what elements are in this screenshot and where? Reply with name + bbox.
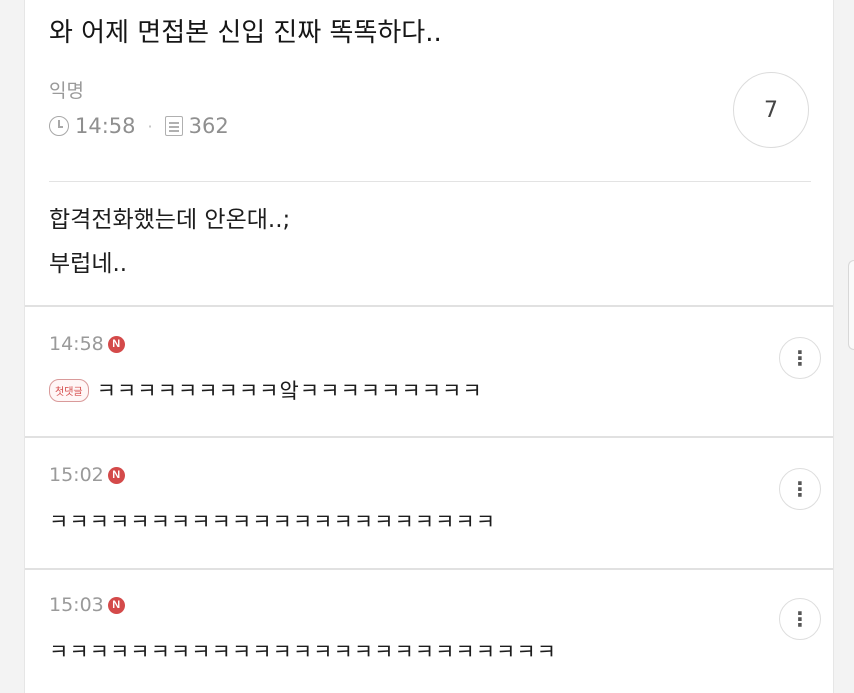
- comment-time: 15:03: [49, 594, 104, 616]
- divider: [25, 568, 833, 570]
- author-name: 익명: [49, 80, 84, 102]
- more-options-icon[interactable]: ⋮: [779, 468, 821, 510]
- post-meta: 14:58 · 362: [49, 114, 229, 138]
- more-options-icon[interactable]: ⋮: [779, 598, 821, 640]
- comment-meta: 15:03 N: [49, 594, 125, 616]
- comment-body: ㅋㅋㅋㅋㅋㅋㅋㅋㅋㅋㅋㅋㅋㅋㅋㅋㅋㅋㅋㅋㅋㅋㅋㅋㅋ: [49, 636, 557, 666]
- post-card: 와 어제 면접본 신입 진짜 똑똑하다.. 익명 14:58 · 362 7 합…: [24, 0, 834, 693]
- new-badge: N: [107, 466, 125, 484]
- comment-count-button[interactable]: 7: [733, 72, 809, 148]
- post-body: 합격전화했는데 안온대..; 부럽네..: [49, 198, 290, 286]
- comment-text: ㅋㅋㅋㅋㅋㅋㅋㅋㅋ앜ㅋㅋㅋㅋㅋㅋㅋㅋㅋ: [96, 379, 483, 403]
- comment-time: 14:58: [49, 333, 104, 355]
- more-options-icon[interactable]: ⋮: [779, 337, 821, 379]
- comment-time: 15:02: [49, 464, 104, 486]
- comment-meta: 15:02 N: [49, 464, 125, 486]
- post-views: 362: [188, 114, 229, 138]
- views-icon: [164, 116, 183, 136]
- post-title: 와 어제 면접본 신입 진짜 똑똑하다..: [49, 18, 442, 48]
- comment-text: ㅋㅋㅋㅋㅋㅋㅋㅋㅋㅋㅋㅋㅋㅋㅋㅋㅋㅋㅋㅋㅋㅋㅋㅋㅋ: [49, 640, 557, 664]
- divider: [25, 436, 833, 438]
- new-badge: N: [107, 596, 125, 614]
- scroll-handle[interactable]: [848, 260, 854, 350]
- post-time: 14:58: [75, 114, 136, 138]
- new-badge: N: [107, 335, 125, 353]
- clock-icon: [49, 116, 69, 136]
- divider: [49, 181, 811, 182]
- post-body-line: 부럽네..: [49, 251, 128, 277]
- comment-meta: 14:58 N: [49, 333, 125, 355]
- comment-text: ㅋㅋㅋㅋㅋㅋㅋㅋㅋㅋㅋㅋㅋㅋㅋㅋㅋㅋㅋㅋㅋㅋ: [49, 510, 497, 534]
- comment-body: 첫댓글 ㅋㅋㅋㅋㅋㅋㅋㅋㅋ앜ㅋㅋㅋㅋㅋㅋㅋㅋㅋ: [49, 375, 483, 405]
- comment-body: ㅋㅋㅋㅋㅋㅋㅋㅋㅋㅋㅋㅋㅋㅋㅋㅋㅋㅋㅋㅋㅋㅋ: [49, 506, 496, 536]
- divider: [25, 305, 833, 307]
- meta-separator: ·: [147, 116, 153, 136]
- first-comment-tag: 첫댓글: [49, 378, 89, 402]
- post-body-line: 합격전화했는데 안온대..;: [49, 207, 291, 233]
